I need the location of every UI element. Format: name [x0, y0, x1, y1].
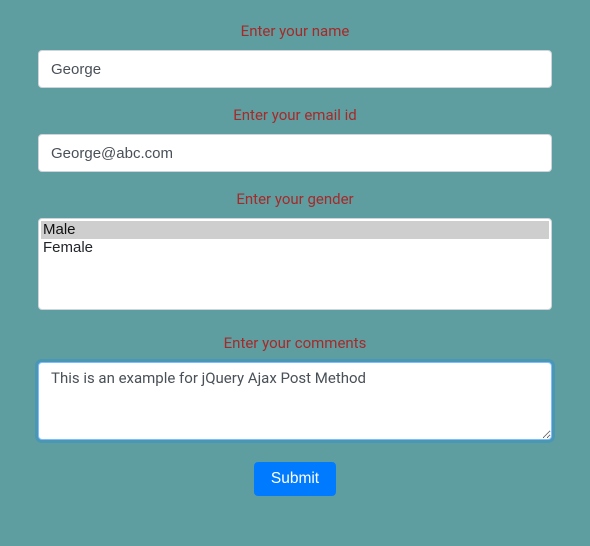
comments-textarea[interactable] — [38, 362, 552, 440]
email-input[interactable] — [38, 134, 552, 172]
email-label: Enter your email id — [38, 106, 552, 124]
comments-label: Enter your comments — [38, 334, 552, 352]
gender-select[interactable]: MaleFemale — [38, 218, 552, 310]
name-label: Enter your name — [38, 22, 552, 40]
form-container: Enter your name Enter your email id Ente… — [0, 0, 590, 546]
gender-label: Enter your gender — [38, 190, 552, 208]
gender-option[interactable]: Male — [41, 221, 549, 239]
gender-option[interactable]: Female — [41, 239, 549, 257]
submit-button[interactable]: Submit — [254, 462, 336, 496]
submit-row: Submit — [38, 462, 552, 496]
name-input[interactable] — [38, 50, 552, 88]
